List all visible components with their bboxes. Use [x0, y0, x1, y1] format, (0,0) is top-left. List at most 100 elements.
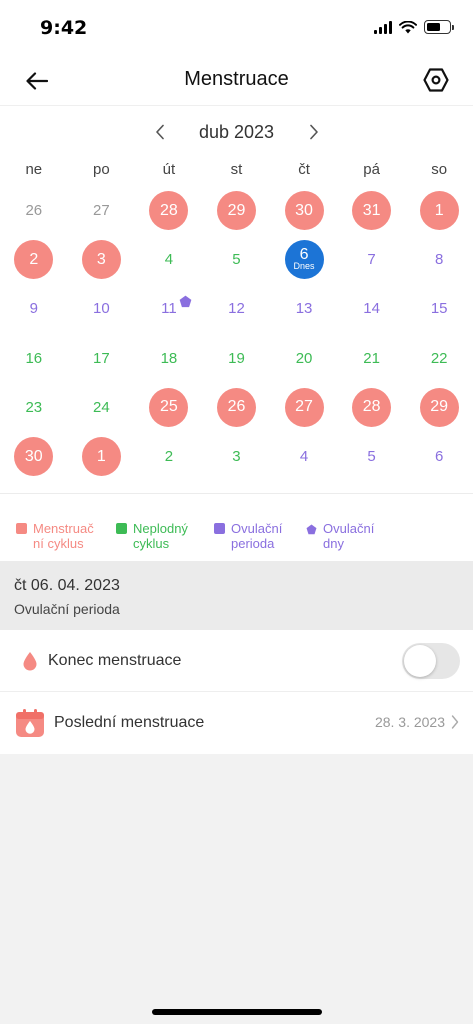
- today-label: Dnes: [293, 261, 315, 272]
- status-time: 9:42: [40, 17, 88, 39]
- calendar-day[interactable]: 2: [0, 235, 68, 284]
- day-number: 4: [299, 448, 309, 466]
- day-number: 16: [25, 349, 43, 367]
- calendar-day[interactable]: 5: [338, 432, 406, 481]
- calendar-day[interactable]: 22: [405, 334, 473, 383]
- day-number: 26: [227, 398, 246, 416]
- nav-bar: Menstruace: [0, 56, 473, 106]
- calendar-grid: 26 27 28 29 30 31 1 2 3 4 5 6 Dnes 7 8 9 10 11 12 13 14 15 16 1…: [0, 186, 473, 481]
- calendar-day[interactable]: 24: [68, 383, 136, 432]
- toggle-knob: [404, 645, 436, 677]
- day-number: 11: [161, 300, 177, 318]
- calendar-day[interactable]: 3: [68, 235, 136, 284]
- last-menstruation-date: 28. 3. 2023: [374, 714, 445, 730]
- day-number: 2: [29, 250, 39, 268]
- calendar-day[interactable]: 25: [135, 383, 203, 432]
- month-switcher: dub 2023: [0, 116, 473, 148]
- calendar-day[interactable]: 6: [405, 432, 473, 481]
- calendar-day[interactable]: 28: [135, 186, 203, 235]
- selected-day-status: Ovulační perioda: [14, 601, 120, 617]
- calendar-day[interactable]: 11: [135, 284, 203, 333]
- month-label: dub 2023: [198, 121, 275, 142]
- calendar-day[interactable]: 31: [338, 186, 406, 235]
- day-number: 9: [29, 300, 38, 318]
- calendar-day[interactable]: 26: [0, 186, 68, 235]
- calendar-day[interactable]: 23: [0, 383, 68, 432]
- calendar-day[interactable]: 27: [270, 383, 338, 432]
- calendar-day[interactable]: 29: [203, 186, 271, 235]
- selected-day-info: čt 06. 04. 2023 Ovulační perioda: [0, 561, 473, 630]
- calendar-day[interactable]: 30: [270, 186, 338, 235]
- page-title: Menstruace: [184, 68, 289, 90]
- calendar-day[interactable]: 26: [203, 383, 271, 432]
- status-bar: 9:42: [0, 0, 473, 56]
- calendar-day[interactable]: 30: [0, 432, 68, 481]
- day-number: 5: [367, 448, 376, 466]
- calendar-day[interactable]: 13: [270, 284, 338, 333]
- legend-swatch: [116, 523, 127, 534]
- day-number: 29: [430, 398, 449, 416]
- day-number: 25: [160, 398, 178, 416]
- weekday-label: st: [230, 161, 243, 178]
- calendar-day[interactable]: 27: [68, 186, 136, 235]
- calendar-day[interactable]: 12: [203, 284, 271, 333]
- next-month-button[interactable]: [301, 119, 327, 145]
- legend-label-line: ní cyklus: [33, 536, 84, 551]
- day-number: 19: [228, 349, 245, 367]
- day-number: 27: [295, 398, 313, 416]
- ovulation-day-icon: [179, 295, 192, 308]
- calendar-day[interactable]: 5: [203, 235, 271, 284]
- day-number: 1: [96, 447, 106, 465]
- calendar-week: 9 10 11 12 13 14 15: [0, 284, 473, 333]
- calendar-day[interactable]: 19: [203, 334, 271, 383]
- calendar-day-today[interactable]: 6 Dnes: [270, 235, 338, 284]
- chevron-left-icon: [155, 124, 164, 140]
- calendar: dub 2023 ne po út st čt pá so 26 27 28 29 30 31 1 2 3 4…: [0, 106, 473, 493]
- previous-month-button[interactable]: [147, 119, 173, 145]
- day-number: 21: [363, 349, 380, 367]
- legend-label: Ovulační perioda: [231, 521, 309, 551]
- calendar-day[interactable]: 2: [135, 432, 203, 481]
- legend-label-line: Neplodný: [133, 521, 188, 536]
- calendar-day[interactable]: 7: [338, 235, 406, 284]
- last-menstruation-row[interactable]: Poslední menstruace 28. 3. 2023: [0, 692, 473, 754]
- calendar-day[interactable]: 1: [405, 186, 473, 235]
- weekday-label: so: [431, 161, 448, 178]
- wifi-icon: [399, 20, 417, 33]
- legend-item: Ovulační dny: [306, 521, 401, 551]
- calendar-day[interactable]: 20: [270, 334, 338, 383]
- end-menstruation-row: Konec menstruace: [0, 630, 473, 692]
- calendar-day[interactable]: 21: [338, 334, 406, 383]
- calendar-day[interactable]: 4: [270, 432, 338, 481]
- calendar-day[interactable]: 15: [405, 284, 473, 333]
- calendar-day[interactable]: 8: [405, 235, 473, 284]
- calendar-day[interactable]: 14: [338, 284, 406, 333]
- day-number: 14: [363, 300, 380, 318]
- legend-pentagon-icon: [306, 523, 317, 535]
- calendar-day[interactable]: 4: [135, 235, 203, 284]
- calendar-day[interactable]: 9: [0, 284, 68, 333]
- legend-label: Neplodný cyklus: [133, 521, 211, 551]
- legend-swatch: [16, 523, 27, 534]
- calendar-day[interactable]: 16: [0, 334, 68, 383]
- calendar-day[interactable]: 3: [203, 432, 271, 481]
- drop-icon: [15, 646, 45, 676]
- calendar-day[interactable]: 10: [68, 284, 136, 333]
- day-number: 20: [295, 349, 313, 367]
- settings-button[interactable]: [421, 65, 451, 95]
- day-number: 28: [362, 398, 381, 416]
- day-number: 24: [93, 398, 110, 416]
- legend-label: Ovulační dny: [323, 521, 401, 551]
- legend-item: Ovulační perioda: [214, 521, 309, 551]
- legend-label-line: Menstruač: [33, 521, 94, 536]
- day-number: 15: [430, 300, 448, 318]
- day-number: 7: [367, 251, 376, 269]
- hexagon-settings-icon: [423, 68, 449, 92]
- legend-label-line: Ovulační: [323, 521, 375, 536]
- calendar-day[interactable]: 29: [405, 383, 473, 432]
- calendar-day[interactable]: 18: [135, 334, 203, 383]
- calendar-day[interactable]: 28: [338, 383, 406, 432]
- end-menstruation-toggle[interactable]: [402, 643, 460, 679]
- calendar-day[interactable]: 17: [68, 334, 136, 383]
- calendar-day[interactable]: 1: [68, 432, 136, 481]
